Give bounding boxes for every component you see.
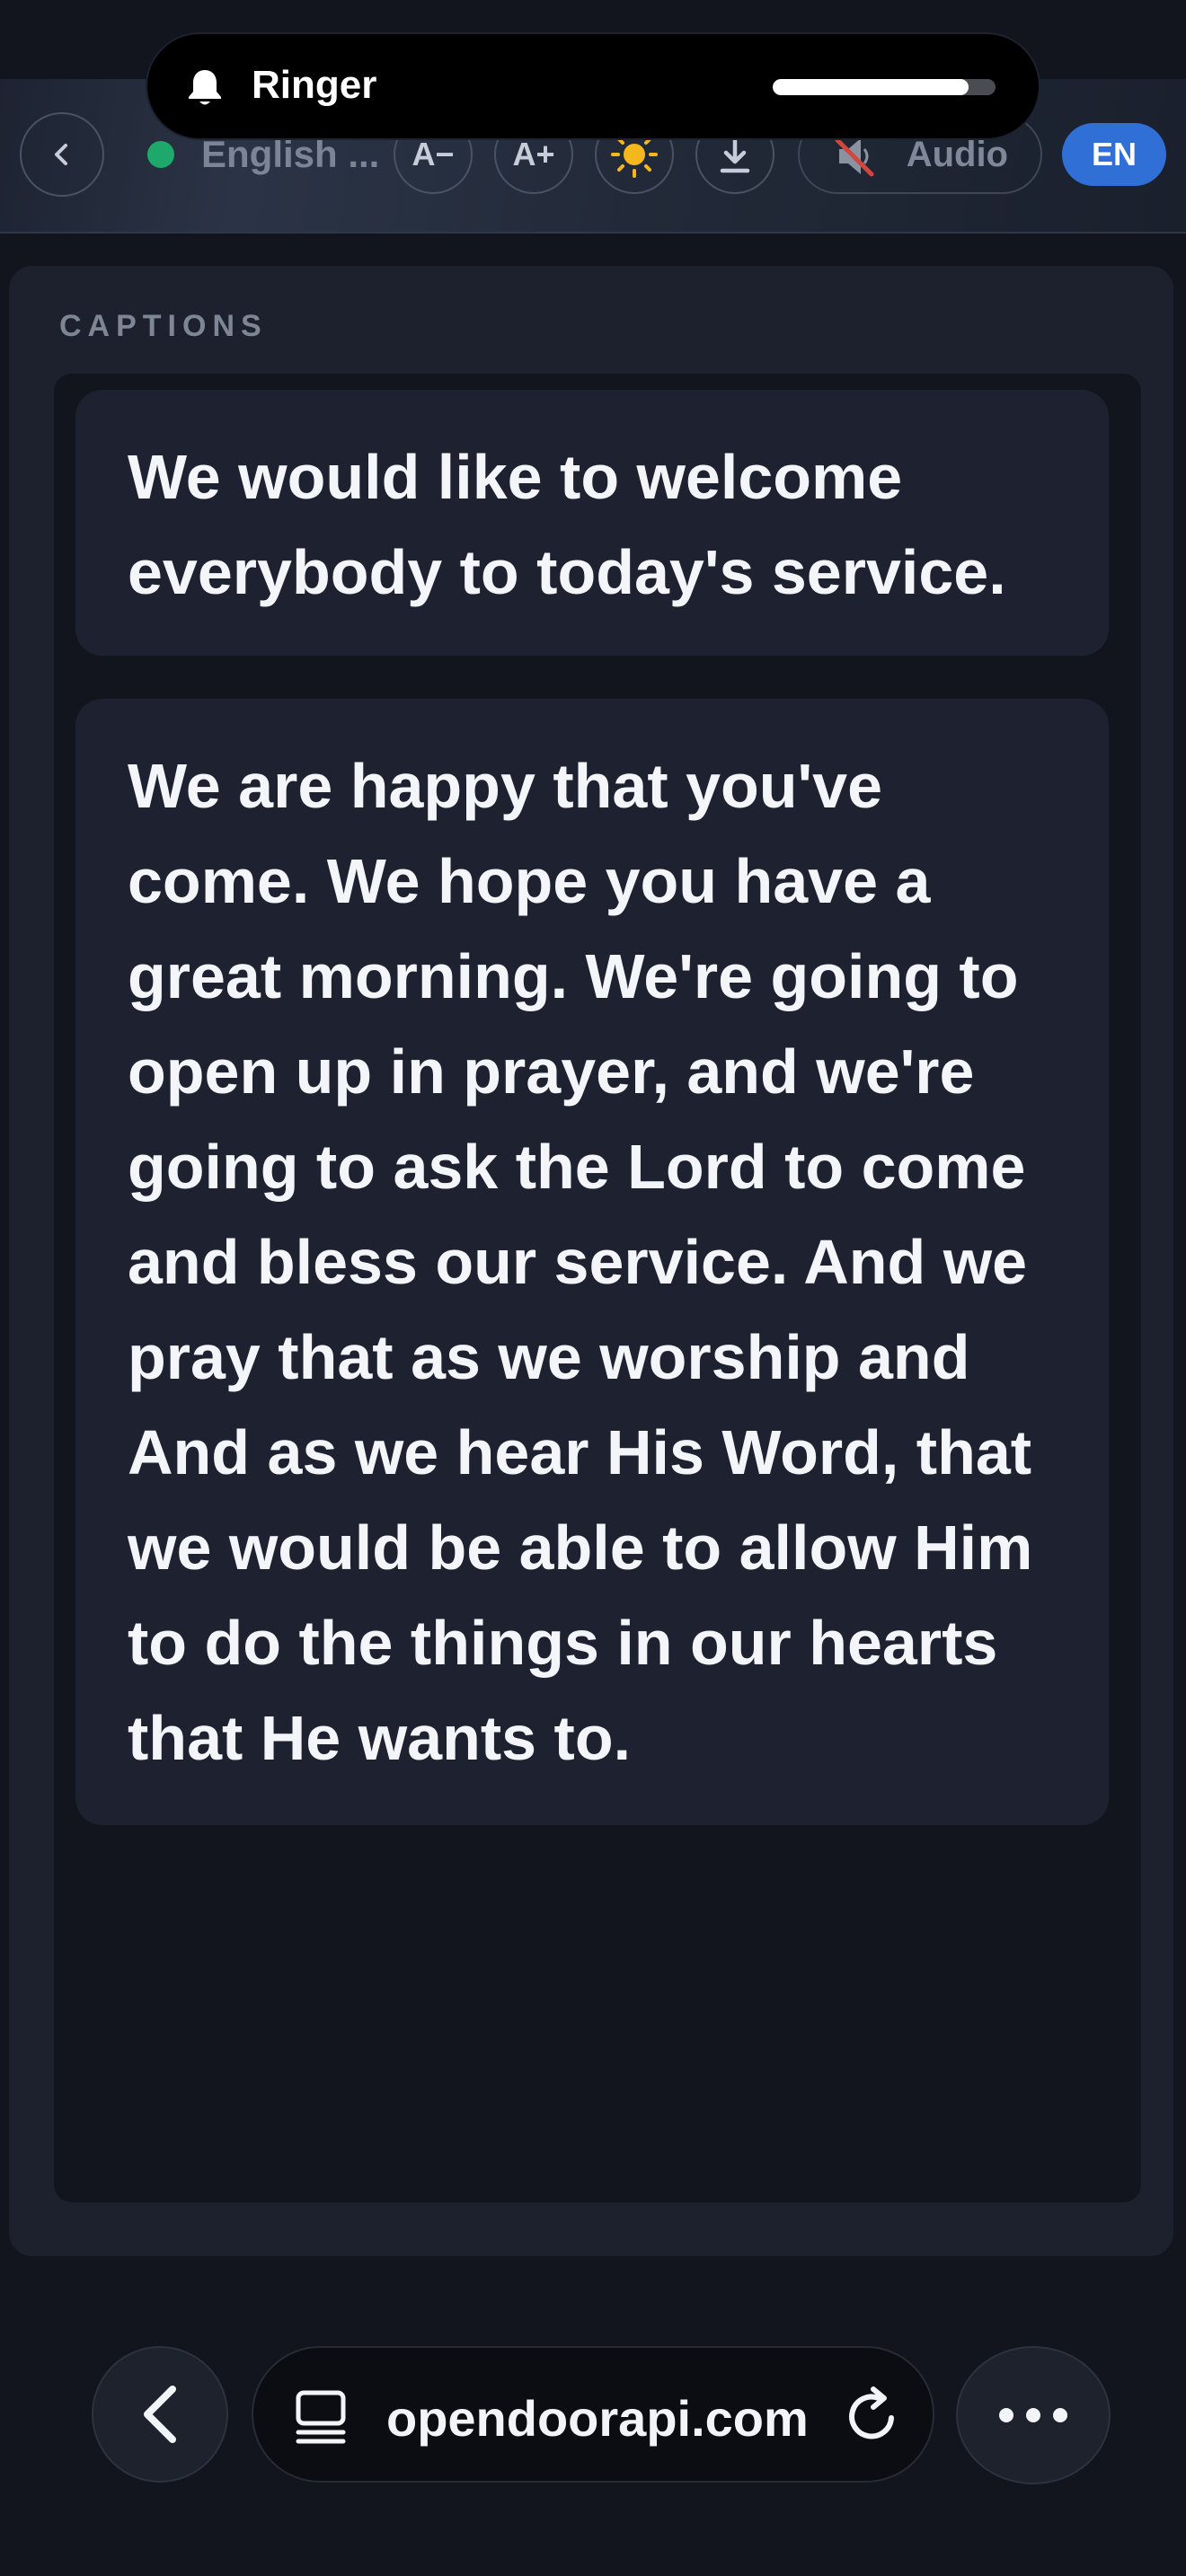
ringer-volume-fill xyxy=(773,79,969,95)
increase-font-label: A+ xyxy=(512,136,555,172)
caption-item: We would like to welcome everybody to to… xyxy=(75,390,1109,656)
back-button[interactable] xyxy=(20,112,104,197)
chevron-left-icon xyxy=(55,144,67,165)
speaker-muted-icon xyxy=(835,137,874,177)
more-options-button[interactable] xyxy=(956,2346,1111,2484)
reload-icon[interactable] xyxy=(843,2386,904,2447)
browser-back-button[interactable] xyxy=(92,2346,228,2483)
language-label: English ... xyxy=(201,133,380,175)
more-icon xyxy=(999,2408,1067,2422)
url-text: opendoorapi.com xyxy=(386,2390,809,2447)
decrease-font-label: A− xyxy=(412,136,455,172)
ringer-overlay: Ringer xyxy=(147,34,1039,138)
caption-item: We are happy that you've come. We hope y… xyxy=(75,699,1109,1825)
address-bar[interactable]: opendoorapi.com xyxy=(252,2346,934,2483)
captions-panel: CAPTIONS We would like to welcome everyb… xyxy=(9,266,1173,2256)
bell-icon xyxy=(189,70,221,105)
language-code-button[interactable]: EN xyxy=(1062,123,1166,186)
audio-label: Audio xyxy=(906,134,1008,174)
ringer-volume-bar xyxy=(773,79,996,95)
ringer-label: Ringer xyxy=(252,63,377,107)
download-icon xyxy=(720,136,750,173)
live-status-dot xyxy=(147,141,174,168)
captions-section-title: CAPTIONS xyxy=(59,309,268,343)
tab-icon xyxy=(296,2390,346,2444)
captions-scroll-area[interactable]: We would like to welcome everybody to to… xyxy=(54,374,1141,2202)
chevron-left-icon xyxy=(144,2386,176,2443)
language-code-label: EN xyxy=(1091,136,1137,172)
